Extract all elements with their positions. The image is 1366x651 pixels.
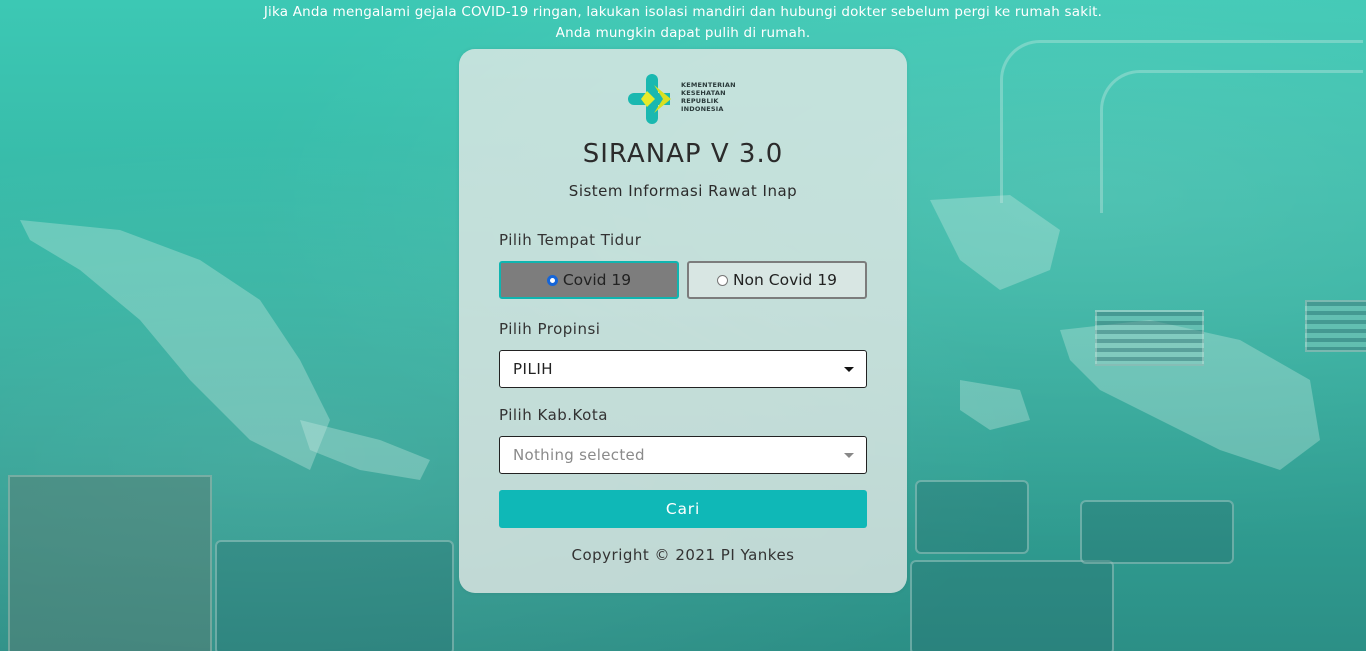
background-bed: [1080, 500, 1234, 564]
covid-advice-notice: Jika Anda mengalami gejala COVID-19 ring…: [0, 2, 1366, 44]
logo-text-line: REPUBLIK: [681, 97, 719, 105]
province-select-value: PILIH: [513, 360, 554, 378]
city-select[interactable]: Nothing selected: [499, 436, 867, 474]
caret-down-icon: [844, 453, 854, 458]
covid-19-option-label: Covid 19: [562, 271, 632, 289]
notice-line-2: Anda mungkin dapat pulih di rumah.: [555, 25, 811, 41]
province-label: Pilih Propinsi: [499, 320, 601, 338]
background-bed: [915, 480, 1029, 554]
city-label: Pilih Kab.Kota: [499, 406, 608, 424]
app-title: SIRANAP V 3.0: [582, 139, 784, 169]
notice-line-1: Jika Anda mengalami gejala COVID-19 ring…: [263, 4, 1103, 20]
logo-text-line: KEMENTERIAN: [681, 81, 736, 89]
logo-emblem-icon: [628, 74, 671, 124]
search-card: KEMENTERIAN KESEHATAN REPUBLIK INDONESIA…: [459, 49, 907, 593]
app-subtitle: Sistem Informasi Rawat Inap: [568, 182, 798, 200]
copyright-text: Copyright © 2021 PI Yankes: [571, 546, 795, 564]
kemenkes-logo-icon: KEMENTERIAN KESEHATAN REPUBLIK INDONESIA: [627, 73, 741, 125]
background-vent: [1305, 300, 1366, 352]
background-ceiling-rail: [1100, 70, 1363, 213]
non-covid-19-option[interactable]: Non Covid 19: [687, 261, 867, 299]
bed-type-label: Pilih Tempat Tidur: [499, 231, 642, 249]
background-bed: [910, 560, 1114, 651]
radio-checked-icon[interactable]: [546, 274, 558, 286]
logo-text-line: INDONESIA: [681, 105, 724, 113]
radio-unchecked-icon[interactable]: [716, 274, 728, 286]
background-cabinet: [8, 475, 212, 651]
covid-19-option[interactable]: Covid 19: [499, 261, 679, 299]
background-bed: [215, 540, 454, 651]
caret-down-icon: [844, 367, 854, 372]
search-button[interactable]: Cari: [499, 490, 867, 528]
logo-wordmark: KEMENTERIAN KESEHATAN REPUBLIK INDONESIA: [681, 81, 736, 113]
province-select[interactable]: PILIH: [499, 350, 867, 388]
background-vent: [1095, 310, 1204, 366]
city-select-placeholder: Nothing selected: [513, 446, 645, 464]
non-covid-19-option-label: Non Covid 19: [732, 271, 838, 289]
logo-text-line: KESEHATAN: [681, 89, 726, 97]
